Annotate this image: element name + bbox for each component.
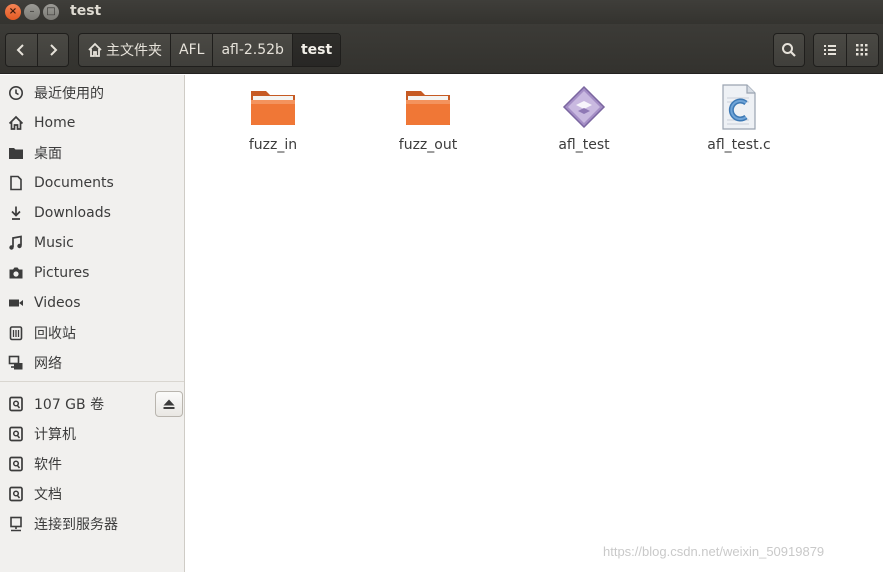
trash-icon <box>8 325 24 341</box>
video-icon <box>8 295 24 311</box>
sidebar-item-desktop[interactable]: 桌面 <box>0 138 184 168</box>
sidebar-item-software[interactable]: 软件 <box>0 449 184 479</box>
drive-icon <box>8 396 24 412</box>
sidebar-item-label: 连接到服务器 <box>34 517 118 533</box>
file-item-afl-test-c[interactable]: afl_test.c <box>679 83 799 153</box>
minimize-button[interactable]: – <box>24 4 40 20</box>
maximize-button[interactable]: □ <box>43 4 59 20</box>
sidebar-item-label: Pictures <box>34 265 90 281</box>
sidebar-item-computer[interactable]: 计算机 <box>0 419 184 449</box>
breadcrumb: 主文件夹 AFL afl-2.52b test <box>78 33 342 67</box>
sidebar-item-label: Home <box>34 115 76 131</box>
file-item-fuzz-in[interactable]: fuzz_in <box>213 83 333 153</box>
drive-icon <box>8 426 24 442</box>
document-icon <box>8 175 24 191</box>
sidebar-item-connect-server[interactable]: 连接到服务器 <box>0 509 184 539</box>
sidebar-item-label: 网络 <box>34 356 62 372</box>
sidebar-item-label: 107 GB 卷 <box>34 397 105 413</box>
sidebar-item-label: 回收站 <box>34 326 76 342</box>
sidebar-item-label: 最近使用的 <box>34 86 104 102</box>
file-name: fuzz_out <box>398 137 458 153</box>
window-title: test <box>70 3 102 19</box>
clock-icon <box>8 85 24 101</box>
forward-button[interactable] <box>36 34 68 66</box>
sidebar-item-label: Downloads <box>34 205 111 221</box>
sidebar-divider <box>0 381 184 382</box>
executable-icon <box>558 83 610 131</box>
sidebar-item-label: 桌面 <box>34 146 62 162</box>
home-icon <box>87 42 103 58</box>
c-source-icon <box>713 83 765 131</box>
file-item-afl-test[interactable]: afl_test <box>524 83 644 153</box>
breadcrumb-home[interactable]: 主文件夹 <box>79 34 170 66</box>
grid-view-icon <box>856 44 868 56</box>
sidebar-item-documents[interactable]: Documents <box>0 168 184 198</box>
back-button[interactable] <box>6 34 37 66</box>
sidebar-item-pictures[interactable]: Pictures <box>0 258 184 288</box>
breadcrumb-label: 主文件夹 <box>106 43 162 59</box>
watermark: https://blog.csdn.net/weixin_50919879 <box>603 544 825 559</box>
sidebar-item-label: Documents <box>34 175 114 191</box>
camera-icon <box>8 265 24 281</box>
breadcrumb-afl-2-52b[interactable]: afl-2.52b <box>212 34 292 66</box>
sidebar-item-label: Music <box>34 235 74 251</box>
eject-icon <box>163 399 175 409</box>
file-name: afl_test <box>558 137 610 153</box>
file-name: fuzz_in <box>248 137 298 153</box>
download-icon <box>8 205 24 221</box>
search-button[interactable] <box>773 33 805 67</box>
sidebar: 最近使用的 Home 桌面 Documents Downloads Music … <box>0 75 185 572</box>
grid-view-button[interactable] <box>845 34 878 66</box>
chevron-left-icon <box>17 44 25 56</box>
chevron-right-icon <box>50 44 58 56</box>
list-view-icon <box>823 45 836 55</box>
eject-button[interactable] <box>155 391 183 417</box>
sidebar-item-network[interactable]: 网络 <box>0 348 184 378</box>
toolbar: 主文件夹 AFL afl-2.52b test <box>0 24 883 74</box>
sidebar-item-label: 软件 <box>34 457 62 473</box>
network-icon <box>8 355 24 371</box>
file-view: fuzz_in fuzz_out afl_test afl_test.c <box>186 75 883 572</box>
sidebar-item-trash[interactable]: 回收站 <box>0 318 184 348</box>
drive-icon <box>8 486 24 502</box>
sidebar-item-label: 计算机 <box>34 427 76 443</box>
sidebar-item-recent[interactable]: 最近使用的 <box>0 78 184 108</box>
sidebar-item-documents-volume[interactable]: 文档 <box>0 479 184 509</box>
folder-icon <box>402 83 454 131</box>
sidebar-item-videos[interactable]: Videos <box>0 288 184 318</box>
file-name: afl_test.c <box>707 137 771 153</box>
search-icon <box>782 43 796 57</box>
music-icon <box>8 235 24 251</box>
sidebar-item-label: Videos <box>34 295 81 311</box>
breadcrumb-afl[interactable]: AFL <box>170 34 212 66</box>
view-mode-buttons <box>813 33 879 67</box>
folder-icon <box>8 145 24 161</box>
list-view-button[interactable] <box>814 34 846 66</box>
file-item-fuzz-out[interactable]: fuzz_out <box>368 83 488 153</box>
folder-icon <box>247 83 299 131</box>
drive-icon <box>8 456 24 472</box>
title-bar: × – □ test <box>0 0 883 24</box>
sidebar-item-home[interactable]: Home <box>0 108 184 138</box>
home-icon <box>8 115 24 131</box>
server-icon <box>8 516 24 532</box>
close-button[interactable]: × <box>5 4 21 20</box>
sidebar-item-downloads[interactable]: Downloads <box>0 198 184 228</box>
sidebar-item-music[interactable]: Music <box>0 228 184 258</box>
breadcrumb-test[interactable]: test <box>291 34 341 66</box>
navigation-buttons <box>5 33 69 67</box>
sidebar-item-label: 文档 <box>34 487 62 503</box>
